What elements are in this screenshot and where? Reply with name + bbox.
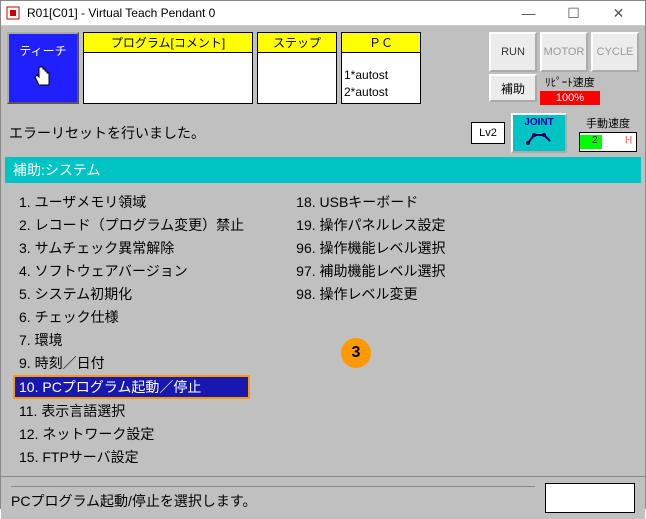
menu-item[interactable]: 18. USBキーボード: [290, 191, 451, 213]
titlebar: R01[C01] - Virtual Teach Pendant 0 — ☐ ✕: [1, 1, 645, 26]
manual-speed-gauge[interactable]: 2 |-|: [579, 132, 637, 152]
minimize-button[interactable]: —: [506, 1, 551, 25]
hand-cursor-icon: [29, 63, 57, 94]
message-text: エラーリセットを行いました。: [9, 123, 465, 143]
status-text: PCプログラム起動/停止を選択します。: [11, 486, 535, 511]
menu-column-right: 18. USBキーボード19. 操作パネルレス設定96. 操作機能レベル選択97…: [290, 191, 451, 468]
menu-item[interactable]: 9. 時刻／日付: [13, 352, 250, 374]
menu-item[interactable]: 1. ユーザメモリ領域: [13, 191, 250, 213]
menu-column-left: 1. ユーザメモリ領域2. レコード（プログラム変更）禁止3. サムチェック異常…: [13, 191, 250, 468]
motor-button[interactable]: MOTOR: [540, 32, 588, 72]
pc-panel[interactable]: ＰＣ 1*autost 2*autost: [341, 32, 421, 104]
status-bar: PCプログラム起動/停止を選択します。: [1, 476, 645, 519]
step-panel[interactable]: ステップ: [257, 32, 337, 104]
aux-button[interactable]: 補助: [489, 74, 537, 102]
maximize-button[interactable]: ☐: [551, 1, 596, 25]
section-header: 補助:システム: [5, 157, 641, 183]
run-button[interactable]: RUN: [489, 32, 537, 72]
menu-item[interactable]: 15. FTPサーバ設定: [13, 446, 250, 468]
level-indicator[interactable]: Lv2: [471, 122, 505, 144]
titlebar-title: R01[C01] - Virtual Teach Pendant 0: [27, 6, 506, 20]
menu-item[interactable]: 12. ネットワーク設定: [13, 423, 250, 445]
menu-item[interactable]: 10. PCプログラム起動／停止: [13, 375, 250, 399]
menu-item[interactable]: 97. 補助機能レベル選択: [290, 260, 451, 282]
annotation-badge-3: 3: [341, 338, 371, 368]
teach-button[interactable]: ティーチ: [7, 32, 79, 104]
toolbar: ティーチ プログラム[コメント] ステップ ＰＣ 1*autost 2*auto…: [1, 26, 645, 111]
menu-item[interactable]: 3. サムチェック異常解除: [13, 237, 250, 259]
pc-panel-body: 1*autost 2*autost: [342, 53, 420, 103]
repeat-speed: ﾘﾋﾟｰﾄ速度 100%: [540, 74, 600, 105]
toolbar-right: RUN MOTOR CYCLE 補助 ﾘﾋﾟｰﾄ速度 100%: [489, 32, 639, 105]
manual-speed: 手動速度 2 |-|: [579, 115, 637, 152]
robot-arm-icon: [524, 128, 554, 150]
menu-item[interactable]: 98. 操作レベル変更: [290, 283, 451, 305]
menu-item[interactable]: 19. 操作パネルレス設定: [290, 214, 451, 236]
menu-area: 1. ユーザメモリ領域2. レコード（プログラム変更）禁止3. サムチェック異常…: [1, 183, 645, 476]
cycle-button[interactable]: CYCLE: [591, 32, 639, 72]
app-icon: [5, 5, 21, 21]
menu-item[interactable]: 7. 環境: [13, 329, 250, 351]
menu-item[interactable]: 6. チェック仕様: [13, 306, 250, 328]
repeat-speed-bar[interactable]: 100%: [540, 91, 600, 105]
app-window: R01[C01] - Virtual Teach Pendant 0 — ☐ ✕…: [0, 0, 646, 509]
program-panel[interactable]: プログラム[コメント]: [83, 32, 253, 104]
menu-item[interactable]: 2. レコード（プログラム変更）禁止: [13, 214, 250, 236]
menu-item[interactable]: 5. システム初期化: [13, 283, 250, 305]
menu-item[interactable]: 11. 表示言語選択: [13, 400, 250, 422]
joint-button[interactable]: JOINT: [511, 113, 567, 153]
close-button[interactable]: ✕: [596, 1, 641, 25]
menu-item[interactable]: 4. ソフトウェアバージョン: [13, 260, 250, 282]
menu-item[interactable]: 96. 操作機能レベル選択: [290, 237, 451, 259]
message-row: エラーリセットを行いました。 Lv2 JOINT 手動速度 2 |-|: [1, 111, 645, 155]
